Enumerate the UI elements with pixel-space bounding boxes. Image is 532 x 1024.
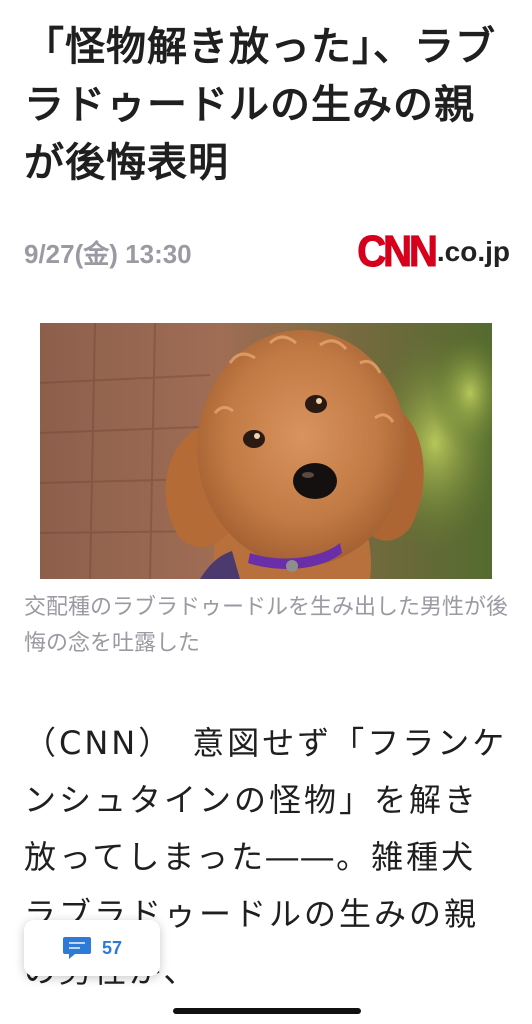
comment-count: 57	[101, 937, 123, 958]
photo-caption: 交配種のラブラドゥードルを生み出した男性が後悔の念を吐露した	[24, 595, 509, 656]
source-logo-main: CNN	[357, 227, 439, 276]
publish-date: 9/27(金) 13:30	[24, 239, 192, 269]
comments-button[interactable]: 57	[24, 920, 160, 976]
home-indicator[interactable]	[173, 1008, 361, 1014]
source-logo[interactable]: CNN .co.jp	[357, 227, 510, 276]
article-meta: 9/27(金) 13:30 CNN .co.jp	[24, 227, 510, 276]
comment-bubble-icon	[62, 937, 91, 959]
article-photo[interactable]	[40, 323, 492, 579]
headline: 「怪物解き放った」、ラブラドゥードルの生みの親が後悔表明	[24, 24, 496, 186]
dog-photo-icon	[40, 323, 492, 579]
source-logo-suffix: .co.jp	[436, 236, 510, 267]
